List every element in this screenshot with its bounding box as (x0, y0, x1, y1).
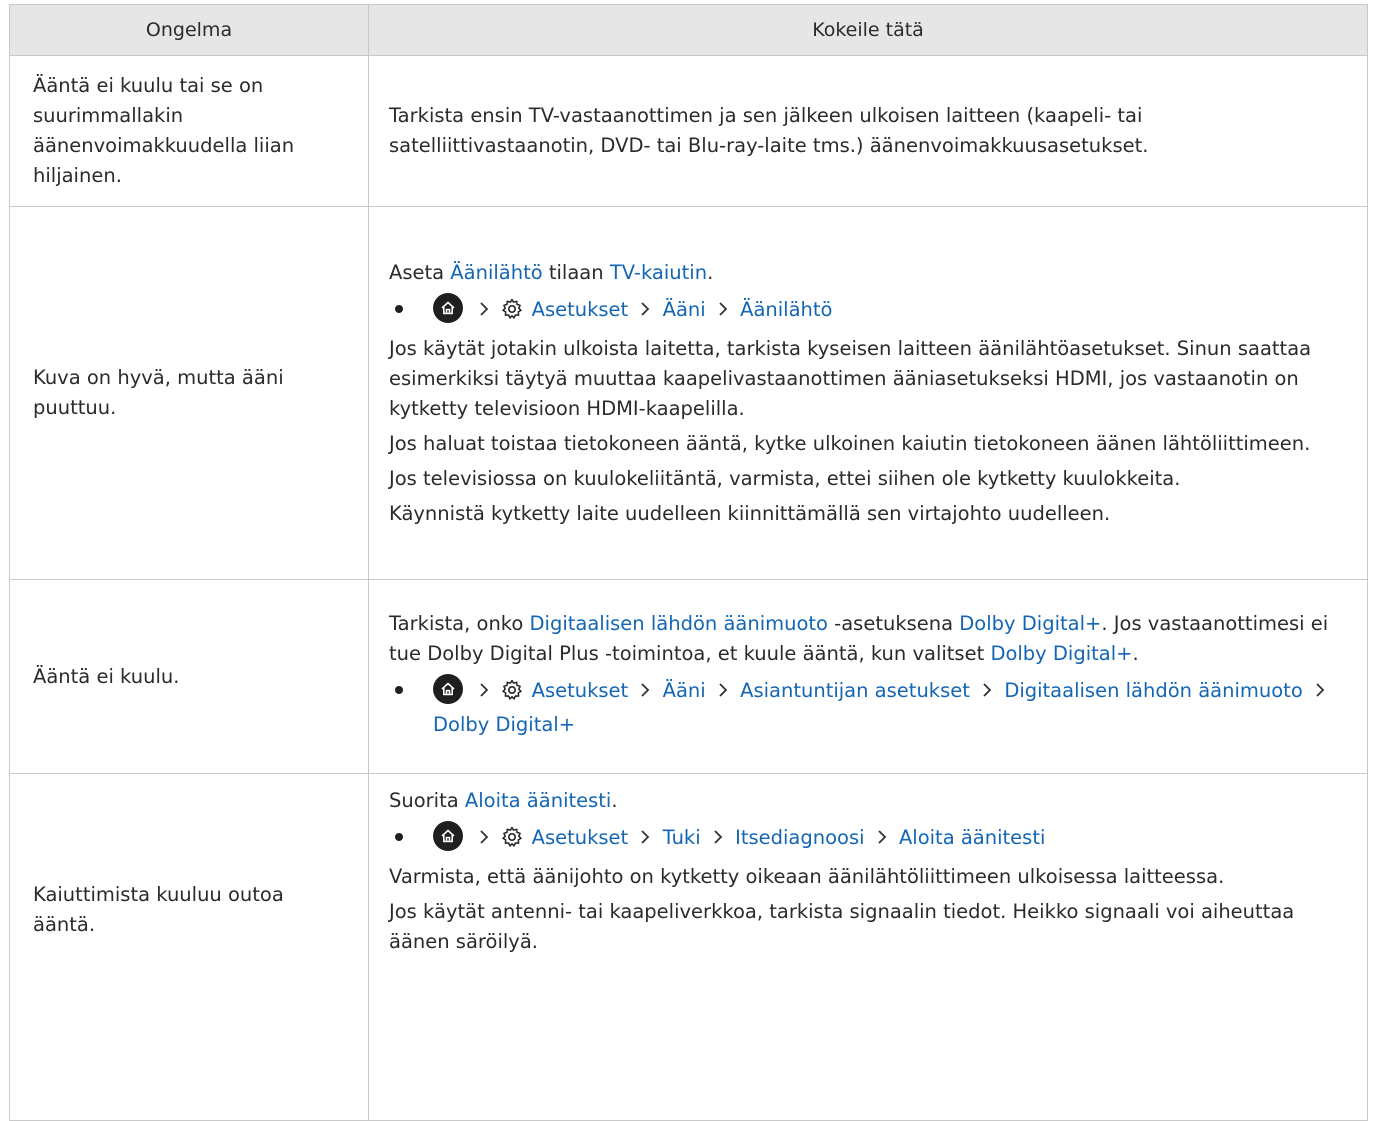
table-row: Ääntä ei kuulu. Tarkista, onko Digitaali… (9, 579, 1368, 774)
solution-text: Tarkista ensin TV-vastaanottimen ja sen … (389, 104, 1149, 157)
chevron-right-icon (713, 824, 723, 854)
chevron-right-icon (640, 296, 650, 326)
intro-text: Suorita (389, 789, 465, 812)
path-item[interactable]: Tuki (663, 826, 701, 849)
gear-icon (501, 298, 523, 329)
solution-text: Jos televisiossa on kuulokeliitäntä, var… (389, 466, 1181, 490)
path-item[interactable]: Asetukset (532, 679, 629, 702)
table-row: Kuva on hyvä, mutta ääni puuttuu. Aseta … (9, 206, 1368, 580)
setting-link[interactable]: Äänilähtö (450, 261, 542, 284)
intro-text: Tarkista, onko (389, 611, 530, 635)
problem-cell: Ääntä ei kuulu tai se on suurimmallakin … (9, 55, 369, 207)
intro-text: . (1132, 641, 1139, 665)
problem-cell: Kaiuttimista kuuluu outoa ääntä. (9, 773, 369, 1121)
header-solution: Kokeile tätä (368, 4, 1368, 56)
gear-icon (501, 679, 523, 710)
solution-intro: Tarkista, onko Digitaalisen lähdön äänim… (389, 609, 1345, 669)
setting-link[interactable]: Dolby Digital+ (990, 642, 1132, 665)
table-header-row: Ongelma Kokeile tätä (9, 4, 1368, 56)
chevron-right-icon (640, 677, 650, 707)
path-item[interactable]: Asetukset (532, 826, 629, 849)
solution-text: Jos haluat toistaa tietokoneen ääntä, ky… (389, 431, 1311, 455)
bullet-icon (395, 685, 403, 694)
table-row: Kaiuttimista kuuluu outoa ääntä. Suorita… (9, 773, 1368, 1121)
path-item[interactable]: Asetukset (532, 298, 629, 321)
chevron-right-icon (718, 296, 728, 326)
solution-cell: Suorita Aloita äänitesti. Asetukset Tuki… (368, 773, 1368, 1121)
solution-cell: Aseta Äänilähtö tilaan TV-kaiutin. Asetu… (368, 206, 1368, 580)
solution-text: Jos käytät jotakin ulkoista laitetta, ta… (389, 336, 1312, 420)
bullet-icon (395, 304, 403, 313)
solution-text: Varmista, että äänijohto on kytketty oik… (389, 865, 1225, 888)
home-icon (433, 673, 463, 704)
path-item[interactable]: Asiantuntijan asetukset (740, 679, 970, 702)
solution-text: Jos käytät antenni- tai kaapeliverkkoa, … (389, 900, 1295, 953)
solution-text: Käynnistä kytketty laite uudelleen kiinn… (389, 501, 1111, 525)
chevron-right-icon (1315, 677, 1325, 707)
chevron-right-icon (479, 677, 489, 707)
chevron-right-icon (479, 824, 489, 854)
setting-link[interactable]: Digitaalisen lähdön äänimuoto (530, 612, 828, 635)
problem-cell: Ääntä ei kuulu. (9, 579, 369, 774)
chevron-right-icon (640, 824, 650, 854)
intro-text: -asetuksena (827, 611, 960, 635)
path-item[interactable]: Aloita äänitesti (899, 826, 1045, 849)
bullet-icon (395, 833, 403, 841)
solution-intro: Suorita Aloita äänitesti. (389, 786, 1345, 816)
solution-cell: Tarkista, onko Digitaalisen lähdön äänim… (368, 579, 1368, 774)
chevron-right-icon (877, 824, 887, 854)
home-icon (433, 821, 463, 851)
chevron-right-icon (479, 296, 489, 326)
header-problem: Ongelma (9, 4, 369, 56)
menu-path: Asetukset Ääni Äänilähtö (389, 292, 1345, 329)
path-item[interactable]: Dolby Digital+ (433, 713, 575, 736)
path-item[interactable]: Digitaalisen lähdön äänimuoto (1004, 679, 1302, 702)
intro-text: Aseta (389, 260, 451, 284)
table-row: Ääntä ei kuulu tai se on suurimmallakin … (9, 55, 1368, 207)
solution-intro: Aseta Äänilähtö tilaan TV-kaiutin. (389, 258, 1345, 288)
menu-path: Asetukset Ääni Asiantuntijan asetukset D… (389, 673, 1345, 740)
menu-path: Asetukset Tuki Itsediagnoosi Aloita ääni… (389, 821, 1345, 857)
troubleshooting-table: Ongelma Kokeile tätä Ääntä ei kuulu tai … (9, 4, 1368, 1121)
chevron-right-icon (718, 677, 728, 707)
chevron-right-icon (982, 677, 992, 707)
setting-link[interactable]: TV-kaiutin (610, 261, 707, 284)
gear-icon (501, 826, 523, 857)
path-item[interactable]: Ääni (663, 679, 706, 702)
home-icon (433, 292, 463, 323)
path-item[interactable]: Äänilähtö (740, 298, 832, 321)
intro-text: tilaan (542, 260, 610, 284)
path-item[interactable]: Itsediagnoosi (735, 826, 864, 849)
solution-cell: Tarkista ensin TV-vastaanottimen ja sen … (368, 55, 1368, 207)
intro-text: . (707, 260, 714, 284)
setting-link[interactable]: Dolby Digital+ (959, 612, 1101, 635)
problem-cell: Kuva on hyvä, mutta ääni puuttuu. (9, 206, 369, 580)
path-item[interactable]: Ääni (663, 298, 706, 321)
setting-link[interactable]: Aloita äänitesti (465, 789, 611, 812)
intro-text: . (611, 789, 618, 812)
